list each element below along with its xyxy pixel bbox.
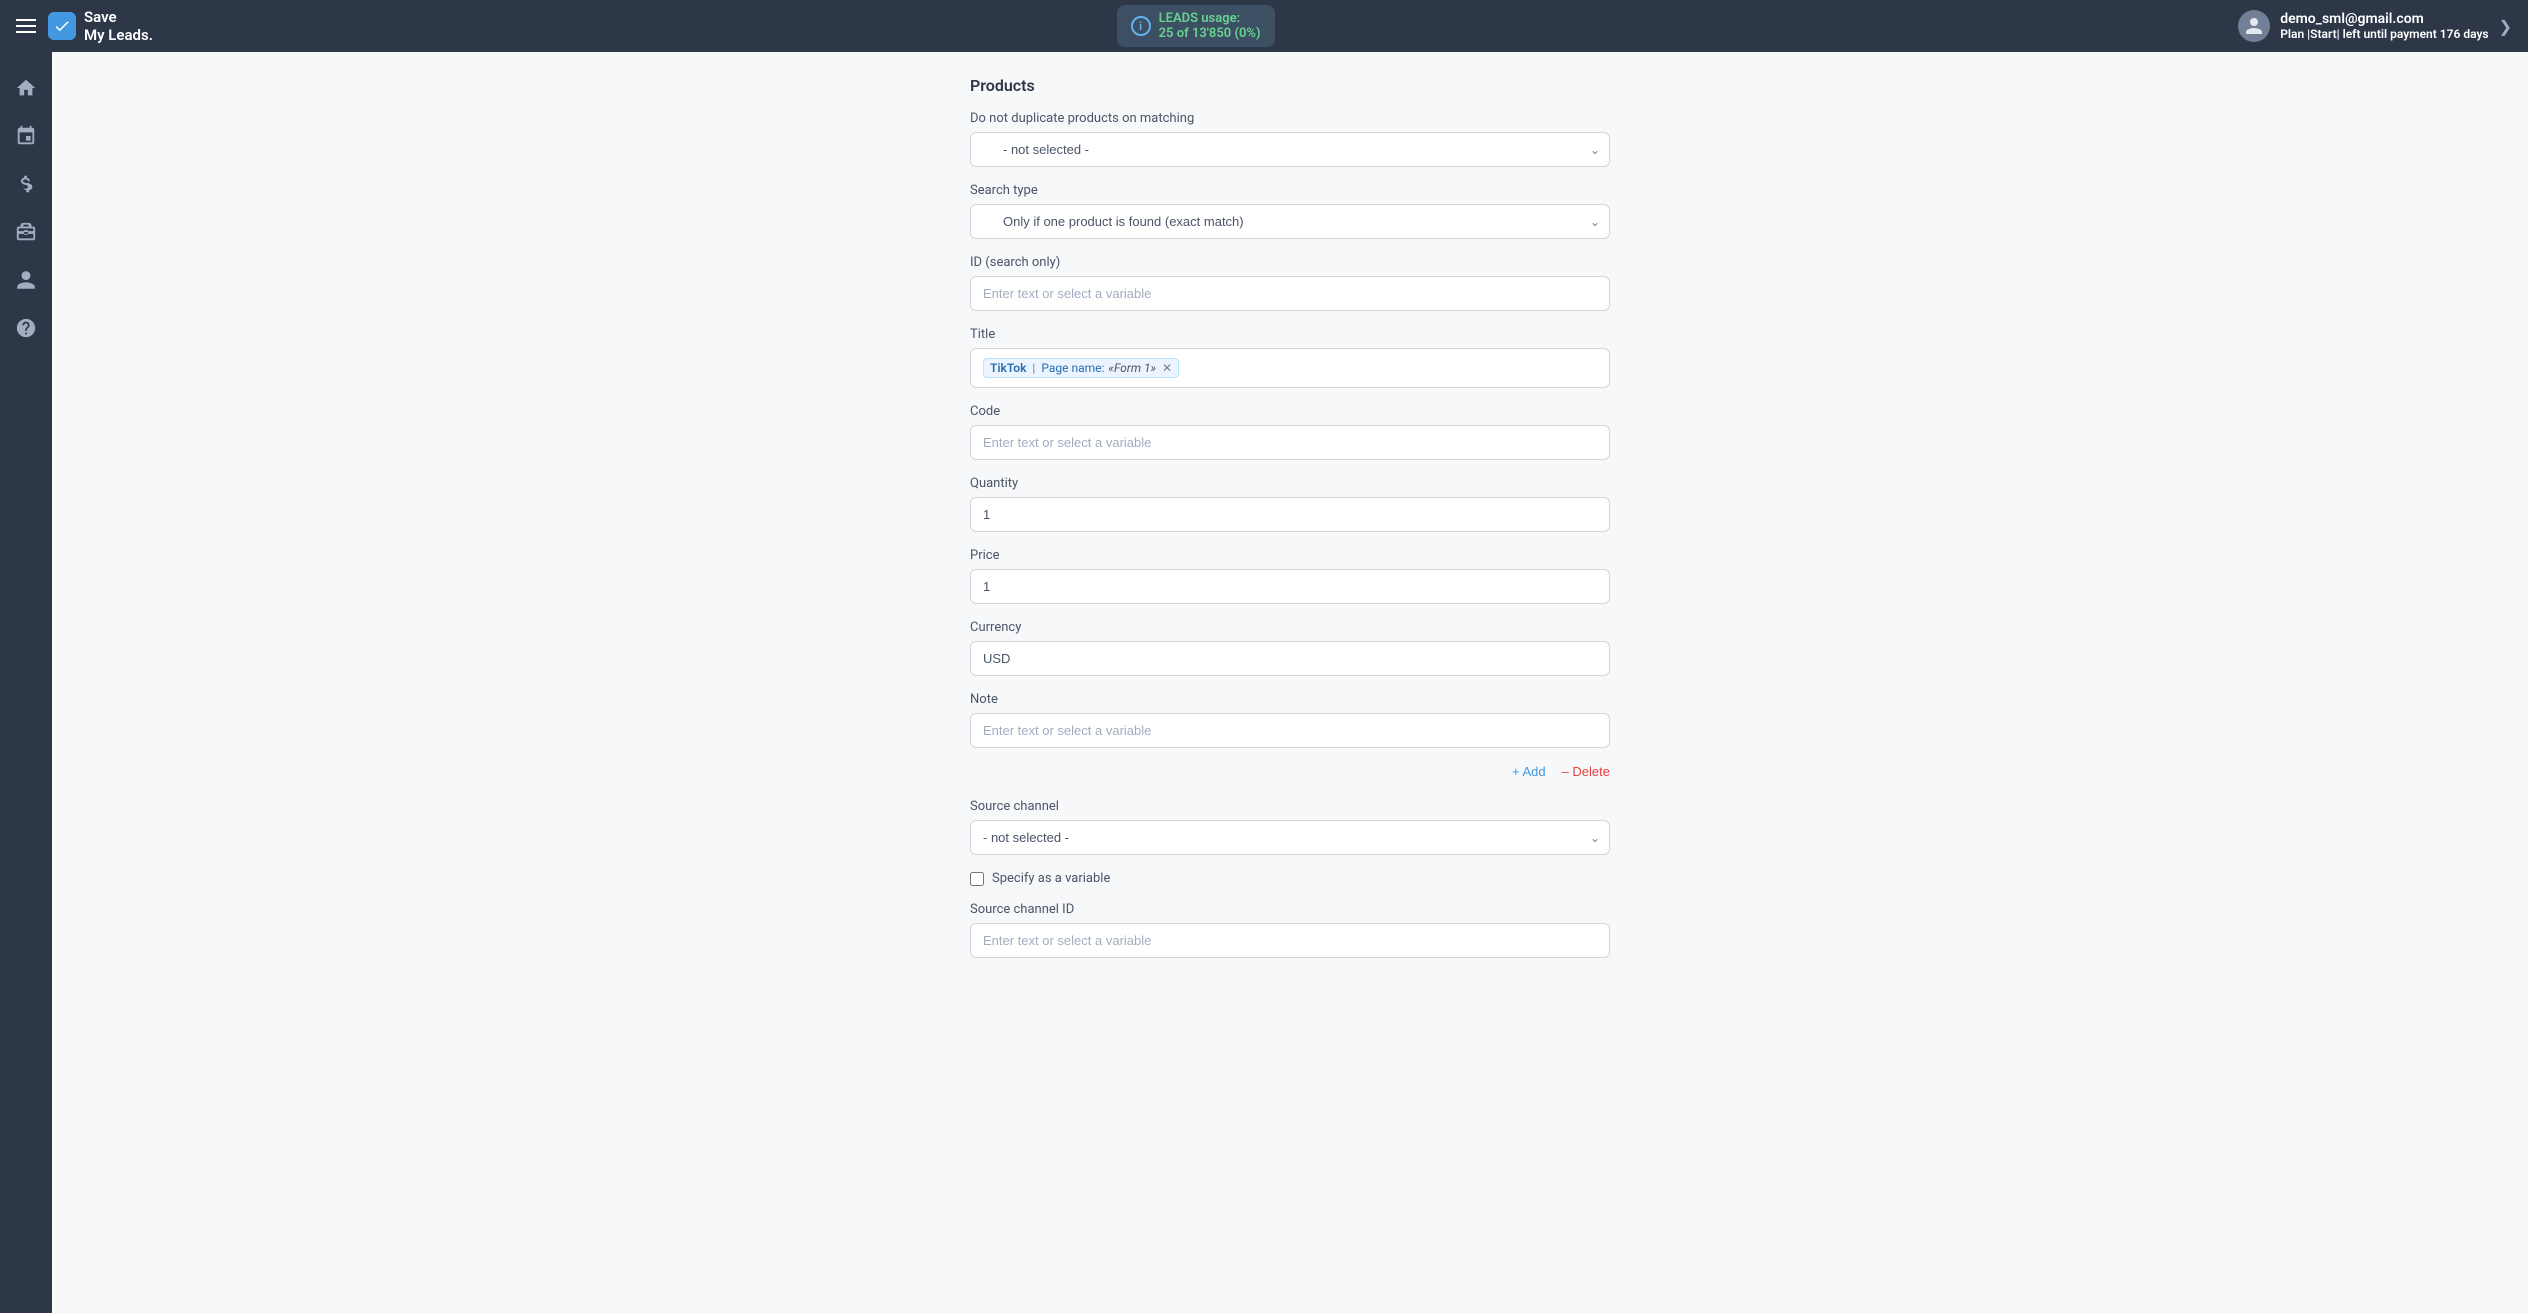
field-source-channel-id-label: Source channel ID [970, 902, 1610, 917]
field-id: ID (search only) [970, 255, 1610, 311]
field-currency: Currency [970, 620, 1610, 676]
specify-variable-label: Specify as a variable [992, 871, 1110, 886]
header: Save My Leads. i LEADS usage: 25 of 13'8… [0, 0, 2528, 52]
source-channel-select[interactable]: - not selected - [970, 820, 1610, 855]
title-tag: TikTok | Page name: «Form 1» ✕ [983, 358, 1179, 378]
source-channel-id-input[interactable] [970, 923, 1610, 958]
field-no-duplicate: Do not duplicate products on matching 📄 … [970, 111, 1610, 167]
currency-input[interactable] [970, 641, 1610, 676]
tag-value: «Form 1» [1108, 361, 1156, 375]
field-note: Note [970, 692, 1610, 748]
tag-source: TikTok [990, 361, 1026, 375]
leads-usage-text: LEADS usage: 25 of 13'850 (0%) [1159, 11, 1261, 41]
no-duplicate-select[interactable]: - not selected - [970, 132, 1610, 167]
id-input[interactable] [970, 276, 1610, 311]
source-channel-select-wrapper: - not selected - ⌄ [970, 820, 1610, 855]
field-note-label: Note [970, 692, 1610, 707]
header-right[interactable]: demo_sml@gmail.com Plan |Start| left unt… [2238, 10, 2512, 42]
field-code: Code [970, 404, 1610, 460]
content-area: Products Do not duplicate products on ma… [950, 52, 1630, 998]
main-content: Products Do not duplicate products on ma… [52, 52, 2528, 1313]
logo: Save My Leads. [48, 8, 153, 44]
sidebar-item-connections[interactable] [6, 116, 46, 156]
tag-separator: | [1032, 361, 1035, 375]
tag-close-button[interactable]: ✕ [1162, 361, 1172, 375]
field-title: Title TikTok | Page name: «Form 1» ✕ [970, 327, 1610, 388]
user-info: demo_sml@gmail.com Plan |Start| left unt… [2280, 11, 2488, 41]
field-code-label: Code [970, 404, 1610, 419]
field-source-channel-id: Source channel ID [970, 902, 1610, 958]
logo-text: Save My Leads. [84, 8, 153, 44]
layout: Products Do not duplicate products on ma… [0, 52, 2528, 1313]
header-left: Save My Leads. [16, 8, 153, 44]
field-search-type: Search type 📄 Only if one product is fou… [970, 183, 1610, 239]
specify-variable-checkbox[interactable] [970, 872, 984, 886]
price-input[interactable] [970, 569, 1610, 604]
quantity-input[interactable] [970, 497, 1610, 532]
sidebar [0, 52, 52, 1313]
sidebar-item-help[interactable] [6, 308, 46, 348]
add-button[interactable]: + Add [1512, 764, 1546, 779]
avatar [2238, 10, 2270, 42]
field-search-type-label: Search type [970, 183, 1610, 198]
sidebar-item-briefcase[interactable] [6, 212, 46, 252]
sidebar-item-user[interactable] [6, 260, 46, 300]
no-duplicate-select-wrapper: 📄 - not selected - ⌄ [970, 132, 1610, 167]
title-tag-input[interactable]: TikTok | Page name: «Form 1» ✕ [970, 348, 1610, 388]
sidebar-item-home[interactable] [6, 68, 46, 108]
tag-key: Page name: [1041, 361, 1104, 375]
leads-usage-section: i LEADS usage: 25 of 13'850 (0%) [1117, 5, 1275, 47]
field-quantity-label: Quantity [970, 476, 1610, 491]
field-currency-label: Currency [970, 620, 1610, 635]
logo-icon [48, 12, 76, 40]
section-title-products: Products [970, 76, 1610, 95]
specify-variable-row: Specify as a variable [970, 871, 1610, 886]
expand-icon[interactable]: ❯ [2499, 17, 2512, 36]
sidebar-item-billing[interactable] [6, 164, 46, 204]
search-type-select[interactable]: Only if one product is found (exact matc… [970, 204, 1610, 239]
code-input[interactable] [970, 425, 1610, 460]
field-id-label: ID (search only) [970, 255, 1610, 270]
menu-button[interactable] [16, 19, 36, 33]
field-quantity: Quantity [970, 476, 1610, 532]
delete-button[interactable]: – Delete [1562, 764, 1610, 779]
field-source-channel-label: Source channel [970, 799, 1610, 814]
note-input[interactable] [970, 713, 1610, 748]
field-price: Price [970, 548, 1610, 604]
field-title-label: Title [970, 327, 1610, 342]
search-type-select-wrapper: 📄 Only if one product is found (exact ma… [970, 204, 1610, 239]
field-price-label: Price [970, 548, 1610, 563]
action-row: + Add – Delete [970, 764, 1610, 779]
field-no-duplicate-label: Do not duplicate products on matching [970, 111, 1610, 126]
info-icon: i [1131, 16, 1151, 36]
field-source-channel: Source channel - not selected - ⌄ [970, 799, 1610, 855]
